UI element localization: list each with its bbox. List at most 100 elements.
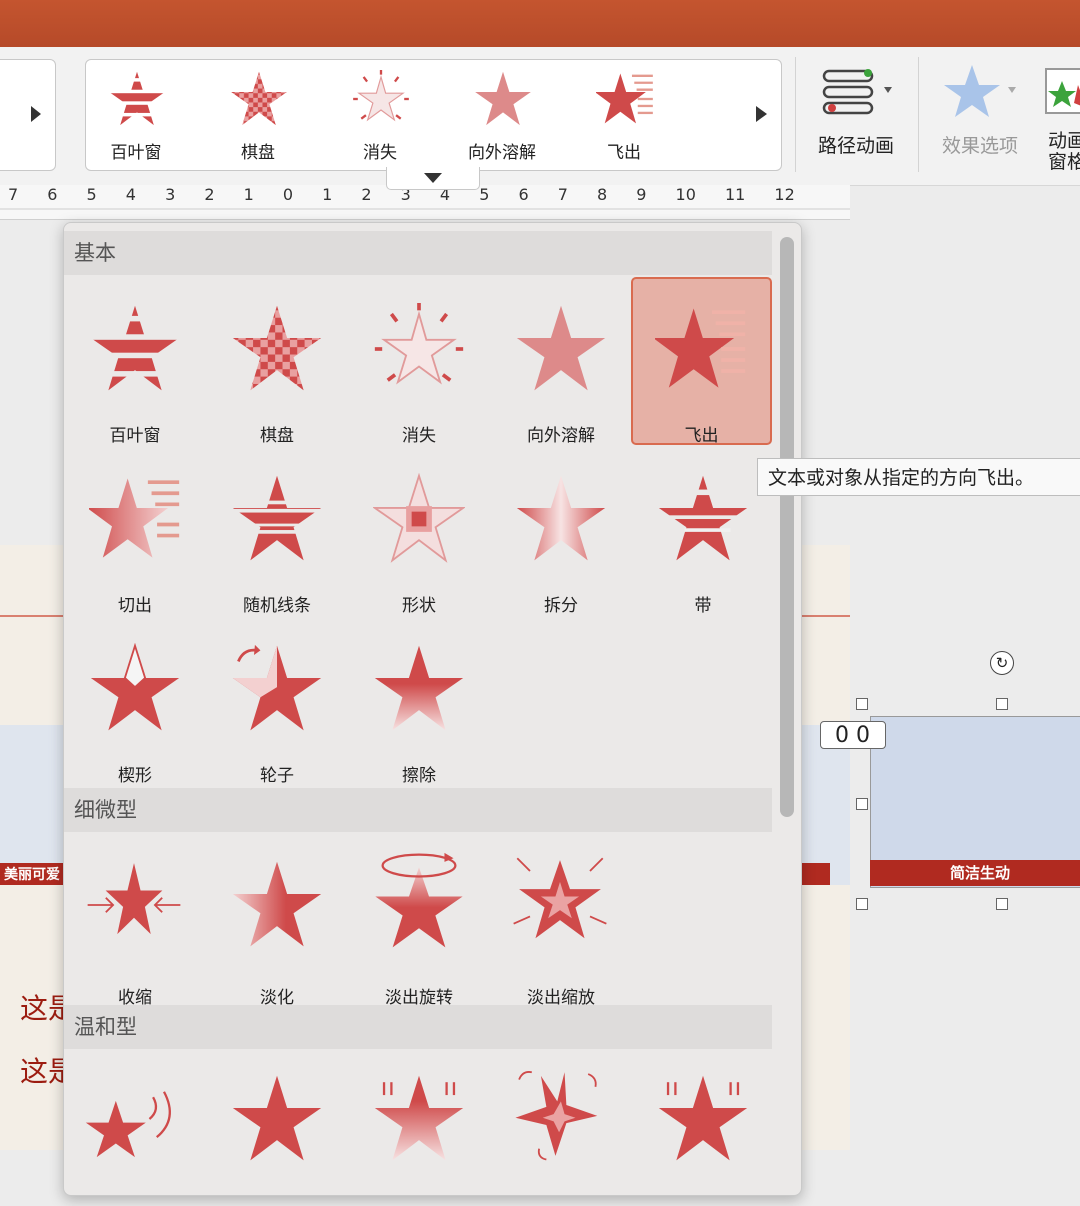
strips-star-icon [658, 475, 748, 561]
gallery-item-dissolve-out[interactable]: 向外溶解 [452, 60, 552, 170]
effect-gallery: 百叶窗 棋盘 消失 向外溶解 飞出 [85, 59, 782, 171]
blinds-star-icon [90, 305, 180, 391]
effect-label: 拆分 [544, 596, 578, 616]
path-animation-label: 路径动画 [817, 135, 894, 157]
shape-star-icon [373, 473, 465, 563]
horizontal-ruler: 7 6 5 4 3 2 1 0 1 2 3 4 5 6 7 8 9 10 11 … [0, 185, 850, 220]
gallery-label: 向外溶解 [468, 143, 536, 163]
rotate-handle-icon[interactable]: ↻ [990, 651, 1014, 675]
gallery-scroll-right-icon[interactable] [756, 106, 767, 122]
checkerboard-star-icon [232, 305, 322, 391]
effect-random-bars[interactable]: 随机线条 [208, 447, 346, 616]
section-header-basic: 基本 [64, 231, 772, 275]
fly-out-star-icon [655, 308, 746, 388]
fade-zoom-star-icon [513, 857, 607, 939]
gallery-expand-button[interactable] [386, 167, 480, 190]
effect-rise-up[interactable] [350, 1047, 488, 1195]
effect-label: 向外溶解 [527, 426, 595, 446]
effect-options-label: 效果选项 [941, 135, 1018, 157]
effect-label: 消失 [402, 426, 436, 446]
section-header-subtle: 细微型 [64, 788, 772, 832]
resize-handle[interactable] [996, 898, 1008, 910]
blinds-star-icon [109, 71, 165, 126]
gallery-item-disappear[interactable]: 消失 [330, 60, 430, 170]
resize-handle[interactable] [856, 698, 868, 710]
animation-effects-dropdown: 基本 百叶窗 棋盘 消失 向外溶解 飞出 切出 随机线条 形状 拆分 带 楔形 … [63, 222, 802, 1196]
effect-spinner[interactable] [492, 1047, 630, 1195]
chevron-down-icon [424, 173, 442, 183]
animation-pane-button[interactable]: 动画窗格 [1040, 47, 1080, 177]
effect-fly-out[interactable]: 飞出 [631, 277, 772, 446]
dropdown-scrollbar[interactable] [780, 237, 794, 817]
effect-fade-spin[interactable]: 淡出旋转 [350, 833, 488, 1008]
effect-label: 随机线条 [243, 596, 311, 616]
dissolve-out-star-icon [516, 305, 606, 391]
effect-wedge[interactable]: 楔形 [66, 617, 204, 786]
gallery-left-scroll[interactable] [0, 59, 56, 171]
animation-order-counter: 0 0 [820, 721, 886, 749]
effect-dissolve-out[interactable]: 向外溶解 [492, 277, 630, 446]
effect-sink-down[interactable] [634, 1047, 772, 1195]
effect-checkerboard[interactable]: 棋盘 [208, 277, 346, 446]
effect-shape[interactable]: 形状 [350, 447, 488, 616]
resize-handle[interactable] [856, 898, 868, 910]
animation-pane-icon [1045, 68, 1080, 114]
checkerboard-star-icon [231, 71, 287, 126]
wheel-star-icon [232, 644, 322, 731]
effect-label: 楔形 [118, 766, 152, 786]
effect-tooltip: 文本或对象从指定的方向飞出。 [757, 458, 1080, 496]
spin-star-icon [515, 1071, 598, 1161]
gallery-item-checkerboard[interactable]: 棋盘 [208, 60, 308, 170]
effect-split[interactable]: 拆分 [492, 447, 630, 616]
effect-peek-out[interactable]: 切出 [66, 447, 204, 616]
gallery-item-blinds[interactable]: 百叶窗 [86, 60, 186, 170]
effect-label: 百叶窗 [109, 426, 161, 446]
star-icon [232, 1075, 322, 1161]
disappear-star-icon [374, 303, 464, 385]
effect-label: 形状 [402, 596, 436, 616]
ribbon-divider [795, 57, 796, 172]
ribbon: 百叶窗 棋盘 消失 向外溶解 飞出 路径动画 效果选项 动画窗格 [0, 47, 1080, 186]
resize-handle[interactable] [856, 798, 868, 810]
effect-strips[interactable]: 带 [634, 447, 772, 616]
effect-label: 切出 [118, 596, 152, 616]
effect-fade-zoom[interactable]: 淡出缩放 [492, 833, 630, 1008]
gallery-item-fly-out[interactable]: 飞出 [574, 60, 674, 170]
effect-blinds[interactable]: 百叶窗 [66, 277, 204, 446]
gallery-label: 飞出 [607, 143, 641, 163]
slide-banner-text: 美丽可爱 [4, 867, 60, 883]
sink-star-icon [658, 1075, 748, 1161]
effect-shrink[interactable]: 收缩 [66, 833, 204, 1008]
effect-label: 飞出 [684, 426, 719, 446]
gallery-label: 棋盘 [241, 143, 275, 163]
random-bars-star-icon [232, 475, 322, 561]
boomerang-star-icon [85, 1091, 171, 1158]
chevron-right-icon [31, 106, 41, 122]
effect-basic-zoom[interactable] [208, 1047, 346, 1195]
resize-handle[interactable] [996, 698, 1008, 710]
selected-image[interactable]: 简洁生动 [862, 704, 1080, 904]
effect-disappear[interactable]: 消失 [350, 277, 488, 446]
fade-spin-star-icon [375, 852, 463, 948]
dissolve-out-star-icon [475, 71, 531, 126]
animation-pane-label: 动画窗格 [1048, 130, 1080, 173]
fade-star-icon [232, 861, 322, 947]
effect-fade[interactable]: 淡化 [208, 833, 346, 1008]
effect-wipe[interactable]: 擦除 [350, 617, 488, 786]
path-animation-icon [822, 69, 892, 115]
path-animation-button[interactable]: 路径动画 [808, 47, 904, 177]
wipe-star-icon [374, 645, 464, 731]
image-caption: 简洁生动 [870, 860, 1080, 886]
title-bar [0, 0, 1080, 47]
wedge-star-icon [90, 643, 180, 731]
peek-out-star-icon [89, 478, 180, 558]
effect-wheel[interactable]: 轮子 [208, 617, 346, 786]
effect-label: 棋盘 [260, 426, 294, 446]
split-star-icon [516, 475, 606, 561]
effect-boomerang[interactable] [66, 1047, 204, 1195]
gallery-label: 消失 [363, 143, 397, 163]
effect-label: 带 [694, 596, 712, 616]
effect-label: 轮子 [260, 766, 294, 786]
gallery-label: 百叶窗 [110, 143, 162, 163]
effect-options-button[interactable]: 效果选项 [930, 47, 1030, 177]
